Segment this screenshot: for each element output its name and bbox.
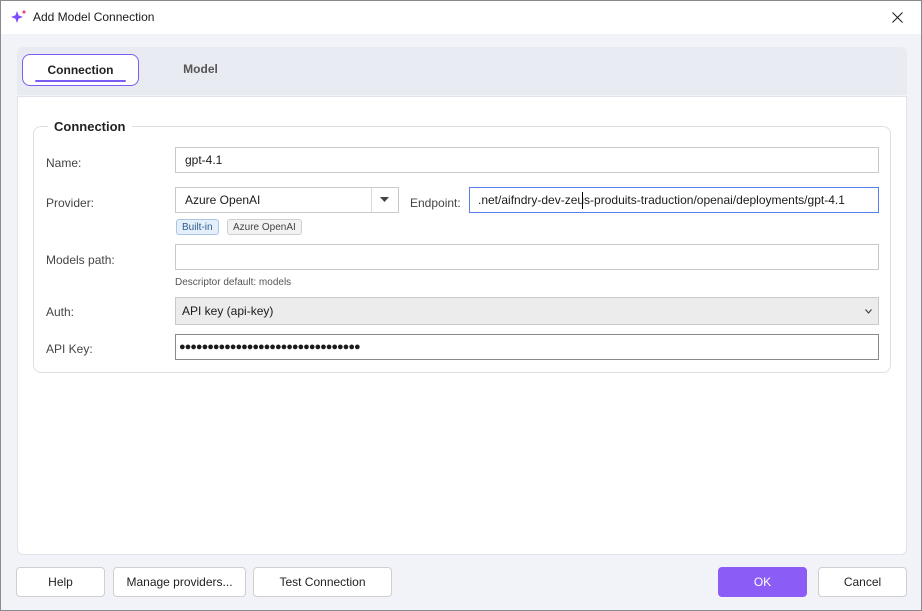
endpoint-label: Endpoint: <box>410 196 461 210</box>
dialog-window: Add Model Connection Connection Model Co… <box>0 0 922 611</box>
provider-value: Azure OpenAI <box>185 193 261 207</box>
window-title: Add Model Connection <box>33 10 155 24</box>
tab-label: Model <box>183 62 218 76</box>
name-input[interactable]: gpt-4.1 <box>175 147 879 173</box>
close-icon <box>892 12 903 23</box>
builtin-badge: Built-in <box>176 219 219 235</box>
chevron-down-icon <box>865 309 872 314</box>
test-connection-button[interactable]: Test Connection <box>253 567 392 597</box>
chevron-down-icon <box>380 197 389 202</box>
tab-bar: Connection Model <box>17 47 907 95</box>
provider-label: Provider: <box>46 196 95 210</box>
provider-type-badge: Azure OpenAI <box>227 219 302 235</box>
cancel-button[interactable]: Cancel <box>818 567 907 597</box>
active-tab-indicator <box>35 80 126 82</box>
group-title: Connection <box>48 119 132 134</box>
close-button[interactable] <box>875 1 921 34</box>
provider-combobox[interactable]: Azure OpenAI <box>175 187 399 213</box>
tab-connection[interactable]: Connection <box>22 54 139 86</box>
title-bar: Add Model Connection <box>1 1 921 34</box>
auth-value: API key (api-key) <box>182 304 274 318</box>
ok-button[interactable]: OK <box>718 567 807 597</box>
connection-panel: Connection Name: gpt-4.1 Provider: Azure… <box>17 96 907 555</box>
tab-label: Connection <box>47 63 114 77</box>
auth-select[interactable]: API key (api-key) <box>175 297 879 325</box>
auth-label: Auth: <box>46 305 75 319</box>
endpoint-input[interactable]: .net/aifndry-dev-zeus-produits-traductio… <box>469 187 879 213</box>
sparkle-icon <box>11 9 27 25</box>
manage-providers-button[interactable]: Manage providers... <box>113 567 246 597</box>
name-label: Name: <box>46 156 82 170</box>
models-path-hint: Descriptor default: models <box>175 277 292 288</box>
provider-dropdown-button[interactable] <box>371 188 398 212</box>
api-key-input[interactable]: ●●●●●●●●●●●●●●●●●●●●●●●●●●●●●●●● <box>175 334 879 360</box>
models-path-label: Models path: <box>46 253 115 267</box>
text-caret <box>582 192 583 209</box>
tab-model[interactable]: Model <box>142 54 259 86</box>
models-path-input[interactable] <box>175 244 879 270</box>
api-key-label: API Key: <box>46 342 93 356</box>
help-button[interactable]: Help <box>16 567 105 597</box>
